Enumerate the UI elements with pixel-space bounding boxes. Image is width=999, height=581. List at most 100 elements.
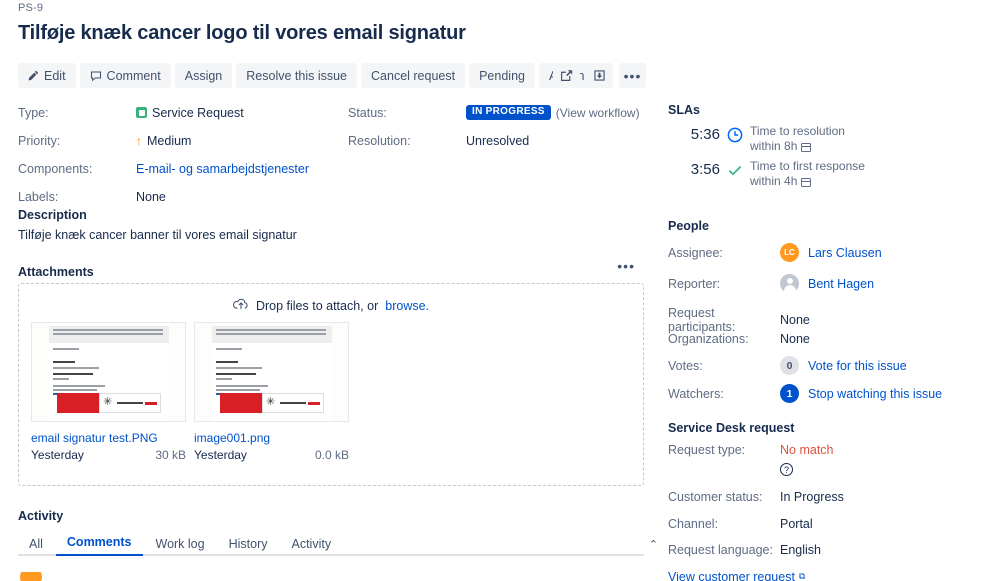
cloud-upload-icon (233, 297, 249, 314)
tab-comments[interactable]: Comments (55, 532, 143, 556)
attachments-dropzone[interactable]: Drop files to attach, or browse. ✳ email… (18, 283, 644, 486)
labels-label: Labels: (18, 189, 59, 204)
organizations-value: None (780, 332, 810, 346)
priority-medium-icon: ↑ (136, 133, 142, 148)
view-customer-request-label: View customer request (668, 572, 795, 581)
attachment-date: Yesterday (194, 448, 247, 462)
pending-button[interactable]: Pending (469, 63, 535, 88)
participants-value: None (780, 313, 810, 327)
priority-value: Medium (147, 133, 192, 148)
people-row-reporter: Reporter: Bent Hagen (668, 274, 874, 293)
comment-icon (90, 70, 102, 82)
vote-for-issue-link[interactable]: Vote for this issue (808, 359, 907, 373)
attachment-list: ✳ email signatur test.PNG Yesterday 30 k… (31, 322, 349, 462)
type-value: Service Request (152, 105, 244, 120)
attachment-meta: Yesterday 0.0 kB (194, 448, 349, 462)
attachment-meta: Yesterday 30 kB (31, 448, 186, 462)
service-desk-row-channel: Channel: Portal (668, 517, 813, 531)
chevron-up-icon[interactable]: ⌃ (649, 538, 658, 551)
attachment-item[interactable]: ✳ email signatur test.PNG Yesterday 30 k… (31, 322, 186, 462)
watchers-count-badge: 1 (780, 384, 799, 403)
avatar[interactable] (780, 274, 799, 293)
avatar (20, 572, 42, 581)
sla-goal-wrap: within 8h (750, 139, 845, 154)
request-language-value: English (780, 543, 821, 557)
attachment-item[interactable]: ✳ image001.png Yesterday 0.0 kB (194, 322, 349, 462)
detail-row-components: Components: E-mail- og samarbejdstjenest… (18, 160, 638, 177)
export-icon[interactable] (586, 63, 613, 88)
share-icon[interactable] (553, 63, 580, 88)
attachments-more-icon[interactable]: ••• (617, 259, 635, 273)
people-row-organizations: Organizations: None (668, 332, 810, 346)
organizations-label: Organizations: (668, 332, 749, 346)
issue-main-column: PS-9 Tilføje knæk cancer logo til vores … (0, 0, 660, 581)
channel-value: Portal (780, 517, 813, 531)
request-language-label: Request language: (668, 543, 773, 557)
attachment-thumbnail[interactable]: ✳ (194, 322, 349, 422)
tab-all[interactable]: All (18, 534, 54, 556)
sla-text: Time to resolution within 8h (750, 124, 845, 154)
assign-button[interactable]: Assign (174, 63, 233, 88)
dropzone-text: Drop files to attach, or (255, 298, 379, 313)
activity-heading: Activity (18, 509, 64, 523)
slas-heading: SLAs (668, 103, 700, 117)
sla-text: Time to first response within 4h (750, 159, 865, 189)
comment-button[interactable]: Comment (79, 63, 171, 88)
people-row-participants: Request participants: None (668, 306, 810, 334)
assignee-value[interactable]: Lars Clausen (808, 246, 882, 260)
comment-list-item[interactable] (20, 572, 42, 581)
help-icon[interactable]: ? (780, 463, 793, 476)
page-title: Tilføje knæk cancer logo til vores email… (18, 22, 466, 44)
sla-goal: within 4h (750, 174, 798, 188)
sla-time: 5:36 (690, 126, 720, 143)
customer-status-value: In Progress (780, 490, 844, 504)
participants-label: Request participants: (668, 306, 736, 334)
issue-sidebar: SLAs 5:36 Time to resolution within 8h 3… (660, 0, 999, 581)
type-label: Type: (18, 105, 49, 120)
service-desk-row-customer-status: Customer status: In Progress (668, 490, 844, 504)
dropzone-prompt: Drop files to attach, or browse. (19, 297, 643, 314)
people-row-votes: Votes: 0 Vote for this issue (668, 356, 907, 375)
attachment-size: 0.0 kB (314, 448, 349, 462)
assignee-label: Assignee: (668, 245, 723, 260)
components-value-link[interactable]: E-mail- og samarbejdstjenester (136, 162, 309, 176)
description-heading: Description (18, 208, 87, 222)
components-label: Components: (18, 161, 93, 176)
channel-label: Channel: (668, 517, 719, 531)
votes-label: Votes: (668, 358, 703, 373)
check-icon (727, 162, 743, 178)
detail-row-status: Status: IN PROGRESS (View workflow) (348, 104, 648, 121)
avatar[interactable]: LC (780, 243, 799, 262)
thumbnail-star-icon: ✳ (103, 396, 113, 408)
resolution-label: Resolution: (348, 133, 411, 148)
sla-goal: within 8h (750, 139, 798, 153)
tab-activity[interactable]: Activity (281, 534, 343, 556)
cancel-request-button[interactable]: Cancel request (361, 63, 466, 88)
reporter-value[interactable]: Bent Hagen (808, 277, 874, 291)
attachment-thumbnail[interactable]: ✳ (31, 322, 186, 422)
view-workflow-link[interactable]: (View workflow) (556, 106, 640, 120)
customer-status-label: Customer status: (668, 490, 763, 504)
tab-work-log[interactable]: Work log (145, 534, 216, 556)
browse-link[interactable]: browse. (385, 299, 429, 313)
edit-button[interactable]: Edit (18, 63, 76, 88)
detail-row-labels: Labels: None (18, 188, 638, 205)
attachment-name[interactable]: email signatur test.PNG (31, 431, 186, 445)
description-body: Tilføje knæk cancer banner til vores ema… (18, 228, 297, 242)
more-options-icon[interactable]: ••• (619, 63, 646, 88)
sla-time: 3:56 (690, 161, 720, 178)
request-type-label: Request type: (668, 443, 746, 457)
attachment-name[interactable]: image001.png (194, 431, 349, 445)
view-customer-request-link[interactable]: View customer request ⧉ (668, 572, 805, 581)
status-badge: IN PROGRESS (466, 105, 551, 120)
thumbnail-star-icon: ✳ (266, 396, 276, 408)
tab-history[interactable]: History (218, 534, 279, 556)
issue-key[interactable]: PS-9 (18, 2, 43, 14)
type-value-wrap: Service Request (136, 106, 244, 120)
resolve-issue-button[interactable]: Resolve this issue (236, 63, 358, 88)
attachment-date: Yesterday (31, 448, 84, 462)
clock-icon (727, 127, 743, 143)
stop-watching-link[interactable]: Stop watching this issue (808, 387, 942, 401)
thumbnail-document: ✳ (49, 323, 169, 421)
issue-detail-page: PS-9 Tilføje knæk cancer logo til vores … (0, 0, 999, 581)
